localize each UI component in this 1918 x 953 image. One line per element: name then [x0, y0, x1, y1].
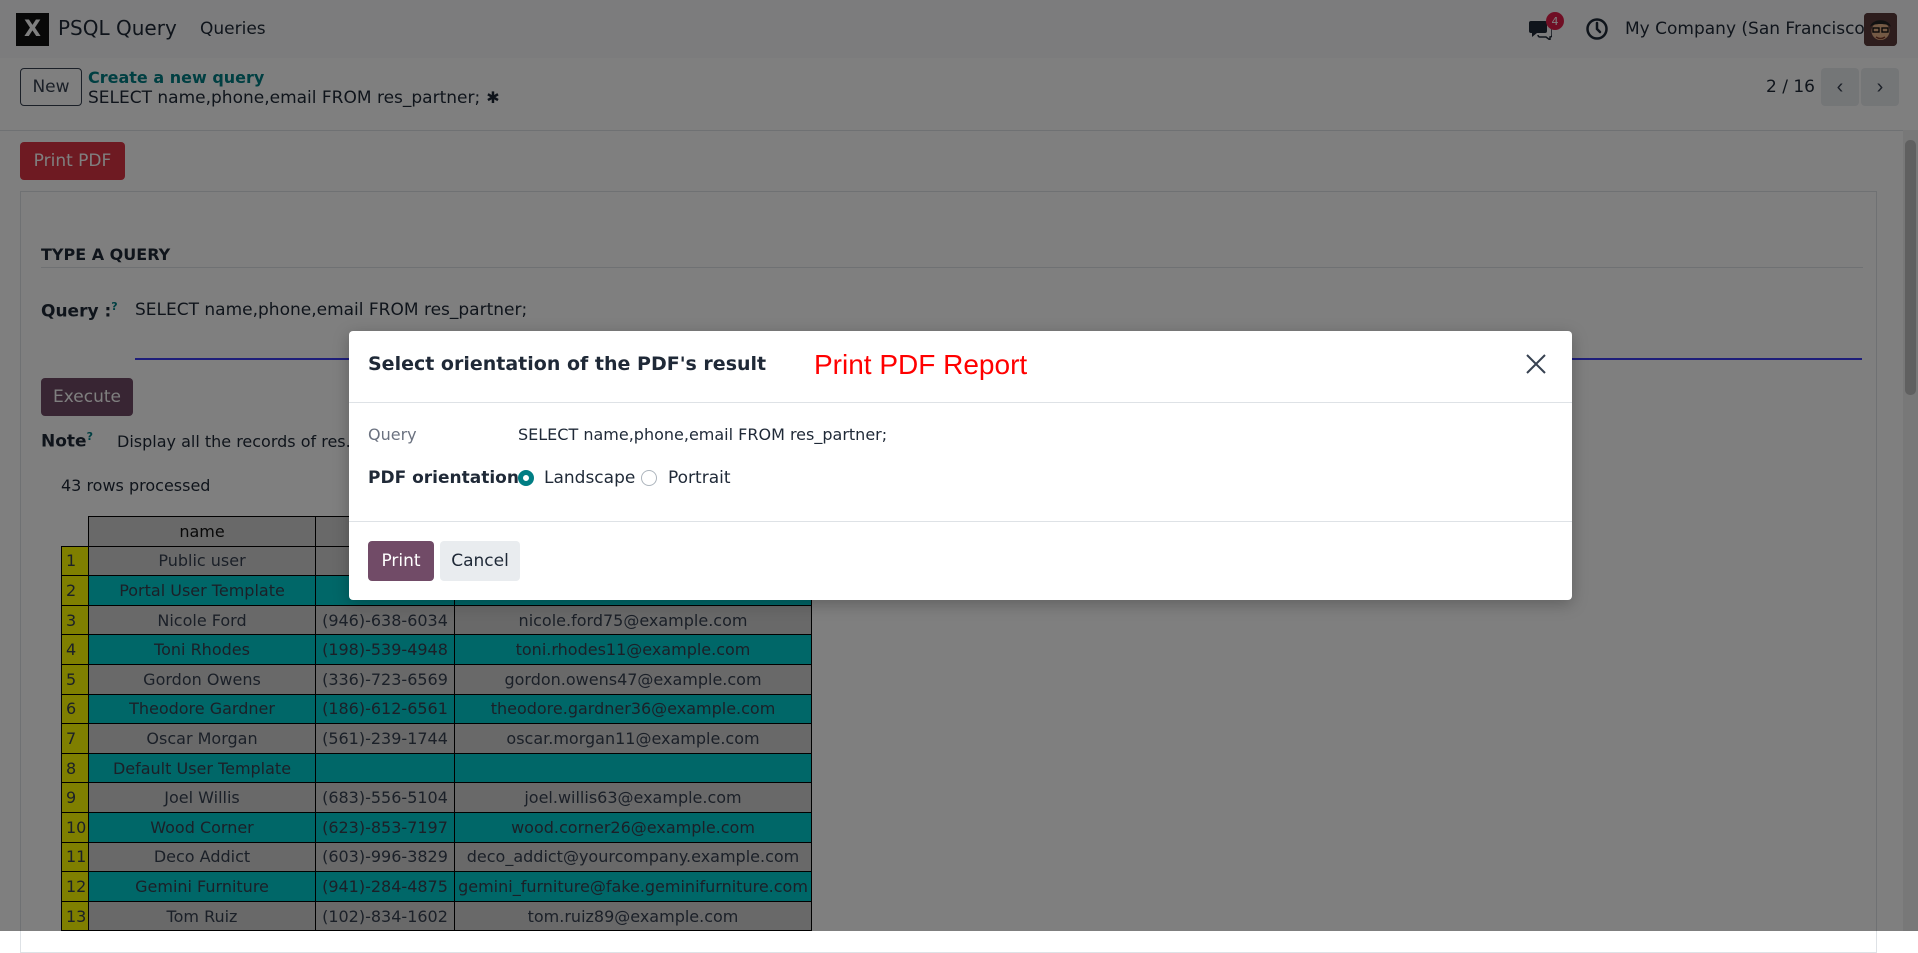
dialog-title: Select orientation of the PDF's result [368, 353, 767, 375]
dialog-header-divider [349, 402, 1572, 403]
orientation-label: PDF orientation [368, 468, 519, 488]
cancel-button[interactable]: Cancel [440, 541, 520, 581]
close-button[interactable] [1523, 351, 1549, 377]
close-icon [1526, 354, 1546, 374]
dialog-banner: Print PDF Report [814, 349, 1028, 380]
dialog-footer-divider [349, 521, 1572, 522]
print-orientation-dialog: Select orientation of the PDF's result P… [349, 331, 1572, 600]
landscape-label[interactable]: Landscape [544, 468, 635, 488]
dialog-query-value: SELECT name,phone,email FROM res_partner… [518, 425, 888, 444]
landscape-radio[interactable] [518, 470, 534, 486]
print-button[interactable]: Print [368, 541, 434, 581]
portrait-radio[interactable] [641, 470, 657, 486]
portrait-label[interactable]: Portrait [668, 468, 731, 488]
dialog-query-label: Query [368, 425, 417, 444]
